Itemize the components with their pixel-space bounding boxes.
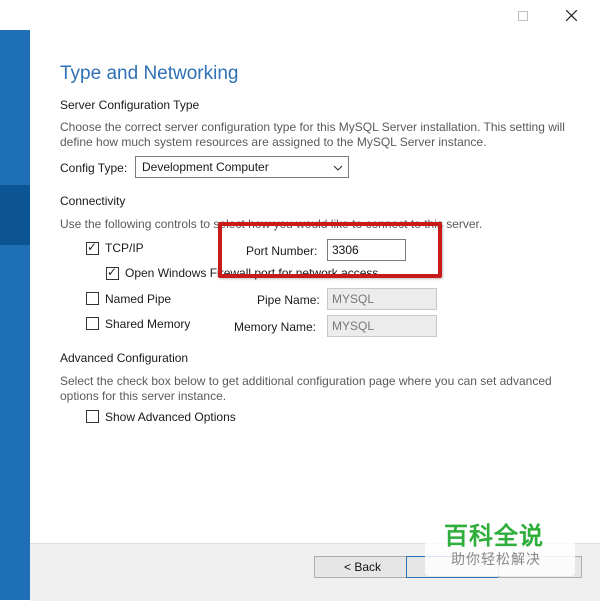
shared-memory-label: Shared Memory: [105, 317, 191, 331]
advanced-description-line2: options for this server instance.: [60, 389, 227, 403]
connectivity-heading: Connectivity: [60, 194, 126, 208]
firewall-checkbox[interactable]: ✓: [106, 265, 119, 280]
checkmark-icon: ✓: [107, 265, 118, 279]
watermark-subtitle: 助你轻松解决: [451, 551, 541, 567]
memory-name-label: Memory Name:: [234, 320, 317, 334]
pipe-name-label: Pipe Name:: [257, 293, 320, 307]
server-config-description-line1: Choose the correct server configuration …: [60, 120, 565, 134]
maximize-icon[interactable]: [508, 5, 538, 25]
advanced-config-heading: Advanced Configuration: [60, 351, 189, 365]
close-icon[interactable]: [556, 5, 586, 25]
side-navigation-panel: [0, 30, 30, 600]
tcpip-checkbox[interactable]: ✓: [86, 240, 99, 255]
server-config-heading: Server Configuration Type: [60, 98, 200, 112]
port-highlight-box: [218, 222, 442, 278]
title-bar: [0, 0, 600, 30]
minimize-icon[interactable]: [455, 5, 485, 25]
side-navigation-selected-item[interactable]: [0, 185, 30, 245]
advanced-description-line1: Select the check box below to get additi…: [60, 374, 552, 388]
checkmark-icon: ✓: [87, 240, 98, 254]
watermark-title: 百科全说: [444, 523, 544, 550]
show-advanced-label: Show Advanced Options: [105, 410, 236, 424]
pipe-name-input[interactable]: MYSQL: [327, 288, 437, 310]
named-pipe-checkbox[interactable]: [86, 292, 99, 305]
named-pipe-label: Named Pipe: [105, 292, 172, 306]
shared-memory-checkbox[interactable]: [86, 317, 99, 330]
back-button[interactable]: < Back: [314, 556, 411, 578]
server-config-description-line2: define how much system resources are ass…: [60, 135, 487, 149]
show-advanced-checkbox[interactable]: [86, 410, 99, 423]
config-type-label: Config Type:: [60, 161, 128, 175]
page-title: Type and Networking: [60, 63, 239, 84]
tcpip-label: TCP/IP: [105, 241, 144, 255]
config-type-select[interactable]: Development Computer: [135, 156, 349, 178]
memory-name-input[interactable]: MYSQL: [327, 315, 437, 337]
config-type-value: Development Computer: [142, 160, 269, 174]
chevron-down-icon: [333, 158, 343, 178]
watermark-logo: 百科全说 助你轻松解决: [425, 510, 575, 576]
